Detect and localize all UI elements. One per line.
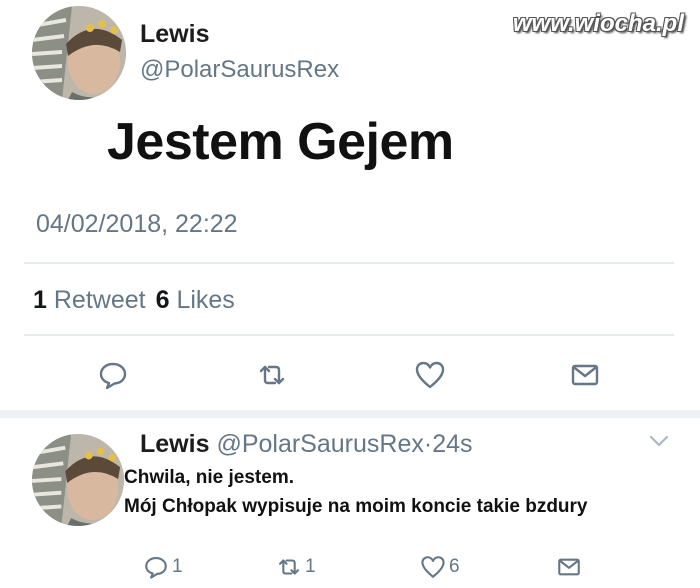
share-button[interactable] [567,357,603,393]
tweet-stats: 1 Retweet 6 Likes [33,286,235,315]
section-divider [0,410,700,418]
reply-like-button[interactable]: 6 [420,554,460,580]
author-handle[interactable]: @PolarSaurusRex [140,56,339,84]
like-button[interactable] [412,357,448,393]
like-icon [421,556,445,578]
reply-age[interactable]: 24s [432,430,472,458]
reply-retweet-count: 1 [305,556,316,577]
chevron-down-icon[interactable] [648,434,670,453]
divider [24,262,674,264]
reply-icon [99,362,127,390]
author-name[interactable]: Lewis [140,20,209,49]
reply-reply-count: 1 [172,556,183,577]
reply-avatar[interactable] [32,434,124,526]
share-icon [571,364,599,386]
retweet-stat[interactable]: 1 Retweet [33,286,146,314]
tweet-text: Jestem Gejem [107,113,454,171]
reply-text-line-2: Mój Chłopak wypisuje na moim koncie taki… [124,496,588,517]
retweet-count: 1 [33,286,47,314]
reply-author-handle[interactable]: @PolarSaurusRex [216,430,423,458]
like-icon [415,361,445,389]
avatar[interactable] [32,6,126,100]
like-stat[interactable]: 6 Likes [156,286,235,314]
tweet-timestamp[interactable]: 04/02/2018, 22:22 [36,210,238,239]
retweet-label: Retweet [53,286,146,314]
reply-separator: · [423,430,433,458]
reply-icon [145,557,167,579]
divider [24,334,674,336]
reply-reply-button[interactable]: 1 [143,554,183,580]
reply-retweet-button[interactable]: 1 [276,554,316,580]
retweet-icon [259,365,285,385]
share-icon [558,558,580,576]
reply-button[interactable] [95,357,131,393]
like-count: 6 [155,286,170,314]
reply-header: Lewis @PolarSaurusRex·24s [140,430,473,459]
reply-text-line-1: Chwila, nie jestem. [124,467,294,488]
like-label: Likes [176,286,235,314]
reply-author-name[interactable]: Lewis [140,430,209,458]
watermark: www.wiocha.pl [512,10,684,37]
retweet-button[interactable] [254,357,290,393]
reply-like-count: 6 [449,556,460,577]
reply-share-button[interactable] [556,554,585,580]
retweet-icon [279,559,299,575]
